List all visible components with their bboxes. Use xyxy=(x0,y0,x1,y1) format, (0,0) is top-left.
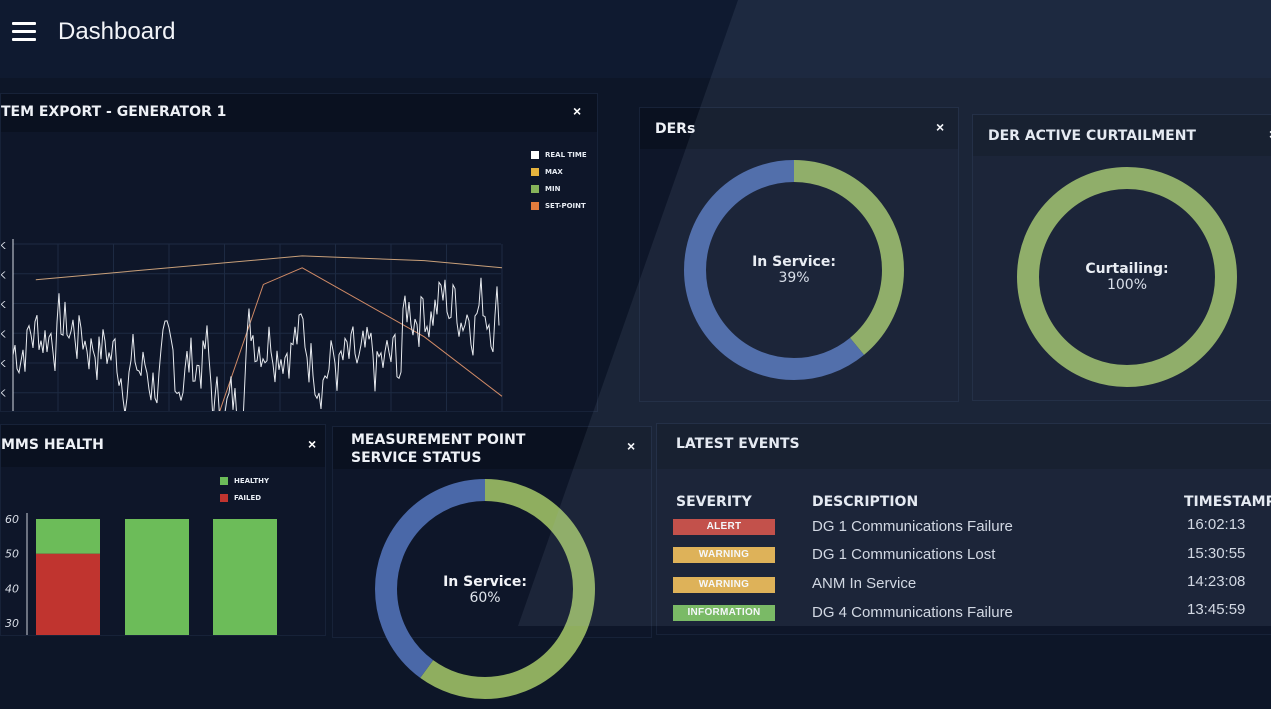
y-tick-label: K xyxy=(1,389,6,400)
column-header-timestamp[interactable]: TIMESTAMP xyxy=(1184,494,1271,510)
legend-swatch xyxy=(220,477,228,485)
event-timestamp: 15:30:55 xyxy=(1187,545,1246,562)
panel-title: DERs xyxy=(655,121,696,137)
severity-badge: WARNING xyxy=(673,577,775,593)
y-tick-label: 60 xyxy=(5,513,19,526)
chart-grid xyxy=(12,239,503,411)
event-description: DG 1 Communications Failure xyxy=(812,518,1013,535)
legend-item[interactable]: REAL TIME xyxy=(531,151,587,159)
health-panel: MMS HEALTH × 60 50 40 30 HEALTHY FAILED xyxy=(0,424,326,636)
series-set-point xyxy=(219,267,503,411)
legend-label: MAX xyxy=(545,168,563,176)
legend-label: REAL TIME xyxy=(545,151,587,159)
severity-badge: ALERT xyxy=(673,519,775,535)
measurement-donut-label: In Service: 60% xyxy=(443,574,527,606)
y-tick-label: K xyxy=(1,300,6,311)
page-title: Dashboard xyxy=(58,18,176,45)
panel-title: MEASUREMENT POINT SERVICE STATUS xyxy=(351,432,526,466)
severity-badge: INFORMATION xyxy=(673,605,775,621)
series-real-time xyxy=(12,277,500,411)
export-line-chart: 01:0002:0003:0004:0005:0006:0007:0008:00… xyxy=(1,239,503,411)
legend-swatch xyxy=(220,494,228,502)
bar-healthy xyxy=(36,519,100,554)
legend-swatch xyxy=(531,168,539,176)
legend-item[interactable]: MIN xyxy=(531,185,560,193)
bar-failed xyxy=(36,553,100,635)
legend-swatch xyxy=(531,151,539,159)
bar-healthy xyxy=(125,519,189,635)
event-description: ANM In Service xyxy=(812,575,917,592)
column-header-description[interactable]: DESCRIPTION xyxy=(812,494,918,510)
event-timestamp: 14:23:08 xyxy=(1187,573,1246,590)
hamburger-menu-icon[interactable] xyxy=(12,22,36,42)
y-tick-label: 50 xyxy=(5,548,19,561)
legend-item[interactable]: HEALTHY xyxy=(220,477,269,485)
close-icon[interactable]: × xyxy=(627,439,635,453)
ders-donut-label: In Service: 39% xyxy=(752,254,836,286)
event-description: DG 4 Communications Failure xyxy=(812,604,1013,621)
health-bar-chart: 60 50 40 30 xyxy=(5,513,277,635)
y-tick-label: 40 xyxy=(5,582,19,595)
legend-label: HEALTHY xyxy=(234,477,270,485)
legend-label: FAILED xyxy=(234,494,262,502)
top-bar: Dashboard xyxy=(0,0,1271,78)
y-tick-label: K xyxy=(1,330,6,341)
panel-title: DER ACTIVE CURTAILMENT xyxy=(988,128,1196,144)
event-description: DG 1 Communications Lost xyxy=(812,546,996,563)
series-max xyxy=(35,255,503,281)
panel-title: LATEST EVENTS xyxy=(676,436,800,452)
close-icon[interactable]: × xyxy=(936,120,944,134)
y-axis-ticks: KKKKKKKKK xyxy=(1,241,6,400)
y-tick-label: K xyxy=(1,241,6,252)
y-tick-label: K xyxy=(1,271,6,282)
bar-healthy xyxy=(213,519,277,635)
export-panel: TEM EXPORT - GENERATOR 1 × 01:0002:0003:… xyxy=(0,93,598,412)
legend-item[interactable]: MAX xyxy=(531,168,563,176)
legend-item[interactable]: SET-POINT xyxy=(531,202,586,210)
event-timestamp: 16:02:13 xyxy=(1187,516,1246,533)
severity-badge: WARNING xyxy=(673,547,775,563)
curtailment-donut-label: Curtailing: 100% xyxy=(1085,261,1169,293)
legend-label: SET-POINT xyxy=(545,202,586,210)
y-tick-label: 30 xyxy=(5,617,19,630)
event-timestamp: 13:45:59 xyxy=(1187,601,1246,618)
legend-swatch xyxy=(531,185,539,193)
legend-swatch xyxy=(531,202,539,210)
legend-item[interactable]: FAILED xyxy=(220,494,261,502)
y-tick-label: K xyxy=(1,359,6,370)
column-header-severity[interactable]: SEVERITY xyxy=(676,494,752,510)
legend-label: MIN xyxy=(545,185,561,193)
